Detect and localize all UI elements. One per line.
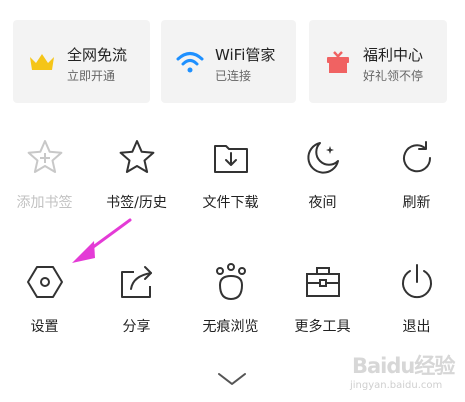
- grid-item-label: 文件下载: [202, 195, 259, 211]
- file-download-button[interactable]: 文件下载: [184, 138, 277, 212]
- chevron-down-icon[interactable]: [216, 370, 248, 388]
- grid-item-label: 更多工具: [294, 319, 351, 335]
- paw-icon: [215, 263, 246, 301]
- wifi-manager-card[interactable]: WiFi管家 已连接: [161, 20, 296, 103]
- grid-item-label: 退出: [402, 319, 431, 335]
- add-bookmark-button[interactable]: 添加书签: [0, 138, 91, 212]
- grid-item-label: 书签/历史: [106, 195, 167, 211]
- wifi-icon: [176, 52, 204, 73]
- power-icon: [401, 264, 432, 299]
- watermark-brand: Baidu经验: [352, 354, 455, 378]
- card-title: 福利中心: [363, 46, 424, 64]
- refresh-icon: [402, 141, 431, 173]
- grid-item-label: 设置: [30, 319, 59, 335]
- card-subtitle: 好礼领不停: [363, 69, 424, 83]
- card-subtitle: 立即开通: [67, 69, 116, 83]
- free-data-card[interactable]: 全网免流 立即开通: [13, 20, 150, 103]
- grid-item-label: 无痕浏览: [202, 319, 259, 335]
- refresh-button[interactable]: 刷新: [370, 138, 463, 212]
- more-tools-button[interactable]: 更多工具: [276, 262, 369, 336]
- crown-icon: [30, 54, 54, 70]
- night-mode-button[interactable]: 夜间: [276, 138, 369, 212]
- grid-item-label: 刷新: [402, 195, 431, 211]
- welfare-center-card[interactable]: 福利中心 好礼领不停: [309, 20, 447, 103]
- exit-button[interactable]: 退出: [370, 262, 463, 336]
- watermark-url: jingyan.baidu.com: [350, 380, 443, 391]
- moon-icon: [306, 142, 339, 174]
- star-plus-icon: [27, 140, 62, 173]
- toolbox-icon: [305, 267, 340, 297]
- incognito-button[interactable]: 无痕浏览: [184, 262, 277, 336]
- card-subtitle: 已连接: [215, 69, 252, 83]
- card-title: WiFi管家: [215, 46, 276, 64]
- gift-icon: [327, 51, 349, 73]
- grid-item-label: 添加书签: [16, 195, 73, 211]
- watermark: Baidu经验 jingyan.baidu.com: [330, 348, 460, 398]
- card-title: 全网免流: [67, 46, 128, 64]
- hexagon-settings-icon: [26, 266, 63, 298]
- star-icon: [119, 140, 154, 173]
- share-icon: [120, 266, 152, 298]
- bookmarks-history-button[interactable]: 书签/历史: [90, 138, 183, 212]
- grid-item-label: 分享: [122, 319, 151, 335]
- download-folder-icon: [213, 145, 248, 173]
- grid-item-label: 夜间: [308, 195, 337, 211]
- share-button[interactable]: 分享: [90, 262, 183, 336]
- settings-button[interactable]: 设置: [0, 262, 91, 336]
